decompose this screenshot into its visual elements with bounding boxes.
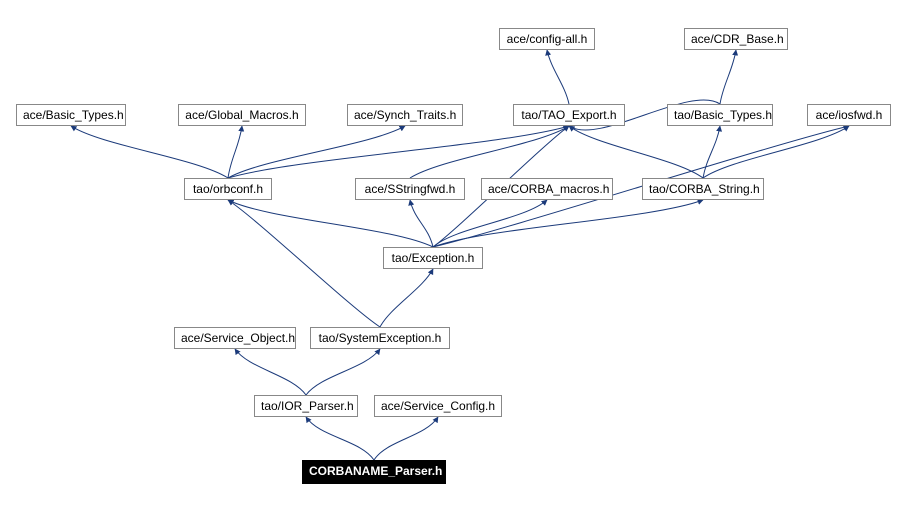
node-serviceobject: ace/Service_Object.h (174, 327, 296, 349)
node-basictypes_ace: ace/Basic_Types.h (16, 104, 126, 126)
edge-corbastring-iosfwd (703, 126, 849, 178)
node-synchtraits: ace/Synch_Traits.h (347, 104, 463, 126)
edge-corbastring-taoexport (569, 126, 703, 178)
edge-exception-orbconf (228, 200, 433, 247)
dependency-graph: CORBANAME_Parser.h tao/IOR_Parser.h ace/Se… (0, 0, 900, 510)
node-serviceconfig: ace/Service_Config.h (374, 395, 502, 417)
edge-orbconf-synchtraits (228, 126, 405, 178)
node-sstringfwd: ace/SStringfwd.h (355, 178, 465, 200)
node-iosfwd: ace/iosfwd.h (807, 104, 891, 126)
edge-iorparser-serviceobject (235, 349, 306, 395)
node-corbamacros: ace/CORBA_macros.h (481, 178, 613, 200)
node-orbconf: tao/orbconf.h (184, 178, 272, 200)
node-configall: ace/config-all.h (499, 28, 595, 50)
edge-orbconf-globalmacros (228, 126, 242, 178)
node-globalmacros: ace/Global_Macros.h (178, 104, 306, 126)
node-iorparser: tao/IOR_Parser.h (254, 395, 358, 417)
edge-exception-corbastring (433, 200, 703, 247)
node-basictypes_tao: tao/Basic_Types.h (667, 104, 773, 126)
node-corbaname: CORBANAME_Parser.h (302, 460, 446, 484)
edge-basictypes_tao-cdrbase (720, 50, 736, 104)
edge-systemexception-orbconf (228, 200, 380, 327)
edge-orbconf-taoexport (228, 126, 569, 178)
edge-corbaname-iorparser (306, 417, 374, 460)
edge-exception-sstringfwd (410, 200, 433, 247)
edge-corbaname-serviceconfig (374, 417, 438, 460)
edge-iorparser-systemexception (306, 349, 380, 395)
edge-systemexception-exception (380, 269, 433, 327)
node-corbastring: tao/CORBA_String.h (642, 178, 764, 200)
node-cdrbase: ace/CDR_Base.h (684, 28, 788, 50)
edge-sstringfwd-taoexport (410, 126, 569, 178)
edge-taoexport-configall (547, 50, 569, 104)
edge-exception-corbamacros (433, 200, 547, 247)
node-taoexport: tao/TAO_Export.h (513, 104, 625, 126)
node-systemexception: tao/SystemException.h (310, 327, 450, 349)
node-exception: tao/Exception.h (383, 247, 483, 269)
edge-corbastring-basictypes_tao (703, 126, 720, 178)
edge-orbconf-basictypes_ace (71, 126, 228, 178)
